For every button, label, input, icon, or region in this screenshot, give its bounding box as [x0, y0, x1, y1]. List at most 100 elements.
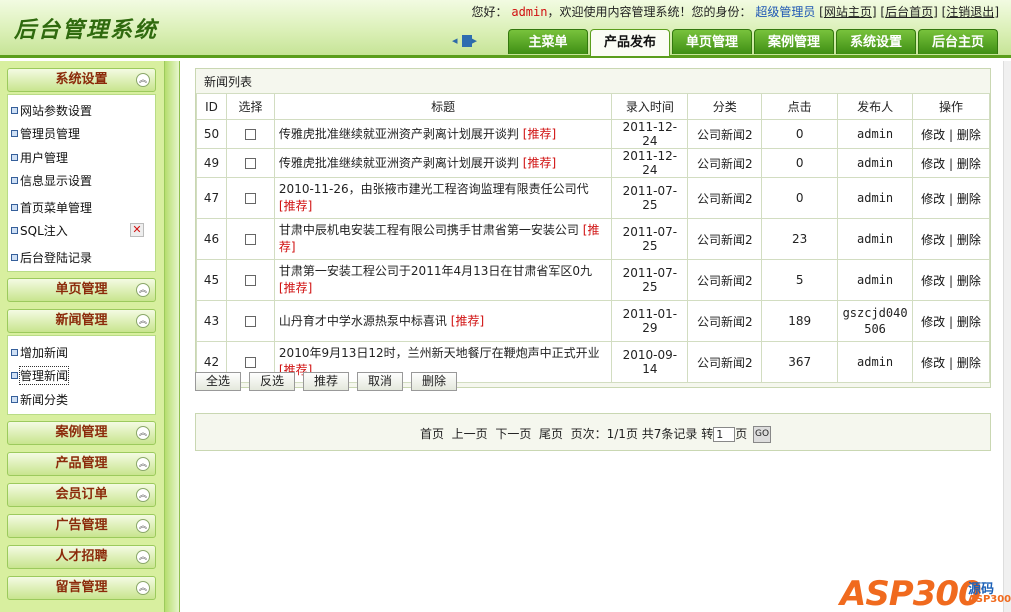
- row-date: 2011-07-25: [611, 177, 689, 219]
- sidebar-news-list: 增加新闻 管理新闻 新闻分类: [7, 335, 156, 415]
- row-date: 2010-09-14: [611, 341, 689, 383]
- news-title-link[interactable]: 甘肃中辰机电安装工程有限公司携手甘肃省第一安装公司: [279, 223, 579, 237]
- collapse-icon[interactable]: ︽: [136, 73, 150, 87]
- prev-page-link[interactable]: 上一页: [452, 427, 488, 441]
- sidebar-section-products[interactable]: 产品管理 ︽: [7, 452, 156, 476]
- site-home-link[interactable]: 网站主页: [824, 5, 872, 19]
- row-checkbox[interactable]: [244, 275, 256, 286]
- edit-link[interactable]: 修改: [921, 157, 945, 171]
- collapse-icon[interactable]: ︽: [136, 519, 150, 533]
- row-checkbox[interactable]: [244, 129, 256, 140]
- collapse-icon[interactable]: ︽: [136, 426, 150, 440]
- news-title-link[interactable]: 2010-11-26，由张掖市建光工程咨询监理有限责任公司代: [279, 182, 589, 196]
- pagination: 首页 上一页 下一页 尾页 页次：1/1页 共7条记录 转1页 GO: [420, 425, 772, 443]
- top-header: 后台管理系统 您好： admin，欢迎使用内容管理系统！您的身份： 超级管理员 …: [0, 0, 1011, 58]
- sidebar-item-display-settings[interactable]: 信息显示设置: [10, 172, 92, 189]
- delete-link[interactable]: 删除: [957, 128, 981, 142]
- news-title-link[interactable]: 传雅虎批准继续就亚洲资产剥离计划展开谈判: [279, 156, 519, 170]
- cancel-recommend-button[interactable]: 取消: [357, 372, 403, 391]
- collapse-icon[interactable]: ︽: [136, 314, 150, 328]
- sidebar-item-add-news[interactable]: 增加新闻: [10, 344, 68, 361]
- collapse-icon[interactable]: ︽: [136, 550, 150, 564]
- delete-link[interactable]: 删除: [957, 157, 981, 171]
- collapse-icon[interactable]: ︽: [136, 457, 150, 471]
- first-page-link[interactable]: 首页: [420, 427, 444, 441]
- row-actions: 修改 | 删除: [912, 341, 990, 383]
- tab-case-manage[interactable]: 案例管理: [754, 29, 834, 54]
- news-title-link[interactable]: 传雅虎批准继续就亚洲资产剥离计划展开谈判: [279, 127, 519, 141]
- edit-link[interactable]: 修改: [921, 192, 945, 206]
- news-title-link[interactable]: 2010年9月13日12时，兰州新天地餐厅在鞭炮声中正式开业: [279, 346, 600, 360]
- row-checkbox[interactable]: [244, 193, 256, 204]
- delete-link[interactable]: 删除: [957, 274, 981, 288]
- action-separator: |: [949, 191, 954, 206]
- sidebar-section-orders[interactable]: 会员订单 ︽: [7, 483, 156, 507]
- edit-link[interactable]: 修改: [921, 315, 945, 329]
- row-checkbox[interactable]: [244, 357, 256, 368]
- tab-product-publish[interactable]: 产品发布: [590, 29, 670, 56]
- tab-main-menu[interactable]: 主菜单: [508, 29, 588, 54]
- go-button[interactable]: GO: [753, 426, 772, 443]
- recommend-button[interactable]: 推荐: [303, 372, 349, 391]
- sidebar-item-sql-injection[interactable]: SQL注入: [11, 222, 68, 239]
- row-checkbox[interactable]: [244, 158, 256, 169]
- sidebar-item-site-params[interactable]: 网站参数设置: [10, 102, 92, 119]
- sidebar-item-news-category[interactable]: 新闻分类: [10, 391, 68, 408]
- admin-home-link[interactable]: 后台首页: [885, 5, 933, 19]
- edit-link[interactable]: 修改: [921, 233, 945, 247]
- sidebar-section-recruit[interactable]: 人才招聘 ︽: [7, 545, 156, 569]
- row-checkbox[interactable]: [244, 234, 256, 245]
- row-category: 公司新闻2: [687, 119, 763, 149]
- row-publisher: admin: [837, 259, 914, 301]
- news-title-link[interactable]: 山丹育才中学水源热泵中标喜讯: [279, 314, 447, 328]
- news-title-link[interactable]: 甘肃第一安装工程公司于2011年4月13日在甘肃省军区0九: [279, 264, 592, 278]
- vertical-scrollbar[interactable]: [1003, 61, 1011, 612]
- page-number-input[interactable]: 1: [713, 427, 736, 442]
- edit-link[interactable]: 修改: [921, 128, 945, 142]
- nav-scroll-arrows[interactable]: ◂ ▸: [452, 34, 481, 47]
- invert-selection-button[interactable]: 反选: [249, 372, 295, 391]
- sidebar-item-manage-news[interactable]: 管理新闻: [10, 366, 70, 385]
- sidebar-section-ads[interactable]: 广告管理 ︽: [7, 514, 156, 538]
- delete-link[interactable]: 删除: [957, 192, 981, 206]
- sidebar-section-messages[interactable]: 留言管理 ︽: [7, 576, 156, 600]
- red-x-icon[interactable]: ✕: [130, 223, 144, 237]
- delete-selected-button[interactable]: 删除: [411, 372, 457, 391]
- tab-single-page[interactable]: 单页管理: [672, 29, 752, 54]
- row-checkbox[interactable]: [244, 316, 256, 327]
- sidebar-section-system[interactable]: 系统设置 ︽: [7, 68, 156, 92]
- section-title: 新闻管理: [55, 313, 108, 328]
- row-title: 甘肃第一安装工程公司于2011年4月13日在甘肃省军区0九 [推荐]: [273, 259, 613, 301]
- next-page-link[interactable]: 下一页: [495, 427, 531, 441]
- bulk-action-bar: 全选 反选 推荐 取消 删除: [195, 372, 457, 391]
- last-page-link[interactable]: 尾页: [539, 427, 563, 441]
- tab-system-settings[interactable]: 系统设置: [836, 29, 916, 54]
- row-category: 公司新闻2: [687, 341, 763, 383]
- sidebar-item-users[interactable]: 用户管理: [10, 149, 68, 166]
- sidebar-splitter[interactable]: [165, 61, 180, 612]
- sidebar-section-news[interactable]: 新闻管理 ︽: [7, 309, 156, 333]
- delete-link[interactable]: 删除: [957, 233, 981, 247]
- edit-link[interactable]: 修改: [921, 356, 945, 370]
- sidebar-item-login-log[interactable]: 后台登陆记录: [10, 249, 92, 266]
- collapse-icon[interactable]: ︽: [136, 283, 150, 297]
- logout-link[interactable]: 注销退出: [946, 5, 994, 19]
- tab-admin-home[interactable]: 后台主页: [918, 29, 998, 54]
- sidebar-item-home-menu[interactable]: 首页菜单管理: [10, 199, 92, 216]
- sidebar-section-single-page[interactable]: 单页管理 ︽: [7, 278, 156, 302]
- row-date: 2011-12-24: [611, 148, 689, 178]
- page-suffix: 页: [735, 427, 748, 441]
- news-list-panel: 新闻列表 ID 选择 标题 录入时间 分类 点击 发布人 操作 50 传雅虎批准…: [195, 68, 991, 388]
- delete-link[interactable]: 删除: [957, 356, 981, 370]
- edit-link[interactable]: 修改: [921, 274, 945, 288]
- row-publisher: admin: [837, 218, 914, 260]
- delete-link[interactable]: 删除: [957, 315, 981, 329]
- sidebar-section-cases[interactable]: 案例管理 ︽: [7, 421, 156, 445]
- select-all-button[interactable]: 全选: [195, 372, 241, 391]
- row-select: [225, 148, 275, 178]
- collapse-icon[interactable]: ︽: [136, 581, 150, 595]
- sidebar-item-admins[interactable]: 管理员管理: [10, 125, 80, 142]
- collapse-icon[interactable]: ︽: [136, 488, 150, 502]
- row-actions: 修改 | 删除: [912, 148, 990, 178]
- col-actions: 操作: [912, 93, 990, 120]
